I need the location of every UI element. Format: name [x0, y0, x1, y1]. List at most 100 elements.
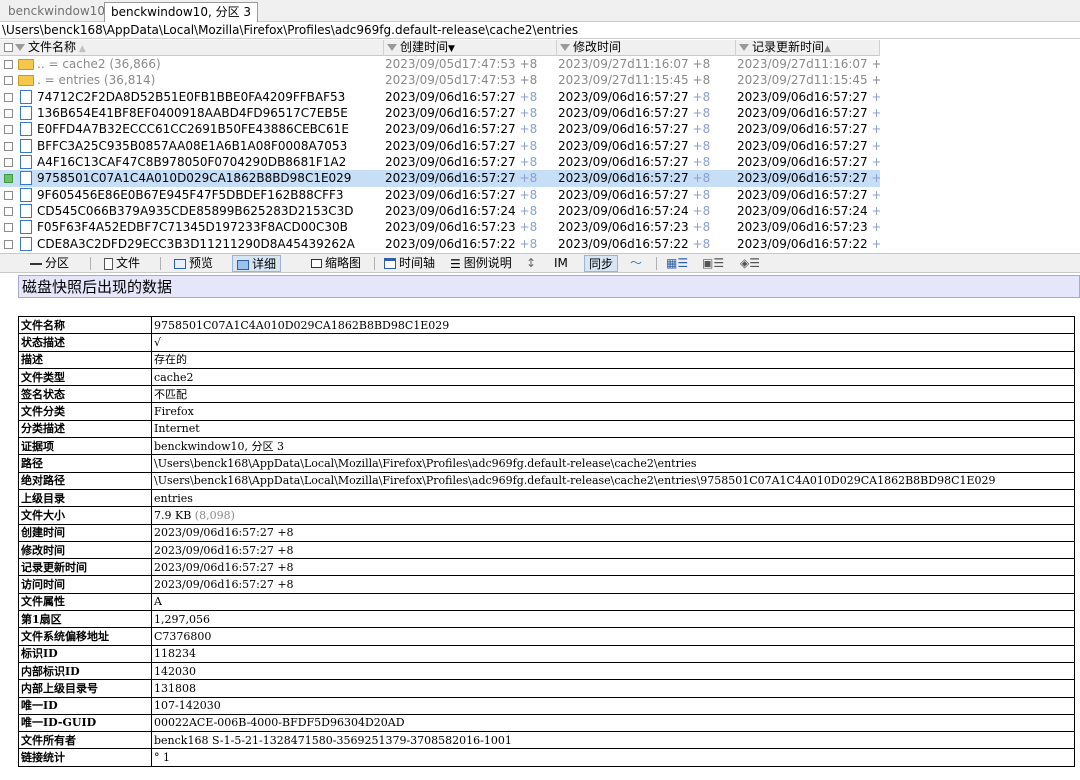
created-time-value: 2023/09/06d16:57:27 — [385, 155, 516, 170]
details-button[interactable]: 详细 — [232, 255, 282, 272]
sync-button[interactable]: 同步 — [584, 255, 619, 272]
property-row: 签名状态 不匹配 — [18, 385, 1075, 404]
legend-button[interactable]: ☰ 图例说明 — [446, 255, 516, 272]
property-label: 文件系统偏移地址 — [18, 627, 152, 646]
find-icon[interactable]: ▦☰ — [662, 255, 692, 272]
timezone-offset: +8 — [519, 73, 538, 88]
created-time-value: 2023/09/06d16:57:27 — [385, 171, 516, 186]
row-checkbox[interactable] — [4, 174, 13, 184]
property-label: 文件大小 — [18, 506, 152, 525]
record-updated-time: 2023/09/06d16:57:22 +8 — [737, 236, 880, 252]
property-label: 上级目录 — [18, 488, 152, 508]
property-value: 2023/09/06d16:57:27 +8 — [151, 523, 1075, 542]
thumbnail-button[interactable]: 缩略图 — [307, 255, 365, 272]
row-checkbox[interactable] — [4, 207, 13, 217]
file-icon — [20, 89, 32, 104]
file-row[interactable]: 136B654E41BF8EF0400918AABD4FD96517C7EB5E… — [0, 105, 880, 121]
file-icon — [20, 106, 32, 121]
file-row[interactable]: CDE8A3C2DFD29ECC3B3D11211290D8A45439262A… — [0, 236, 880, 252]
file-name: CD545C066B379A935CDE85899B625283D2153C3D — [37, 203, 383, 219]
property-label: 唯一ID — [18, 696, 152, 715]
row-checkbox[interactable] — [4, 141, 13, 151]
file-row[interactable]: BFFC3A25C935B0857AA08E1A6B1A08F0008A7053… — [0, 138, 880, 154]
property-label: 文件所有者 — [18, 731, 152, 750]
folder-row[interactable]: . = entries (36,814) 2023/09/05d17:47:53 … — [0, 72, 880, 88]
record-updated-time-value: 2023/09/06d16:57:27 — [737, 106, 868, 121]
partition-button[interactable]: 分区 — [26, 255, 73, 272]
im-button[interactable]: IM — [550, 255, 572, 272]
property-value-text: Internet — [154, 422, 200, 436]
row-checkbox[interactable] — [4, 239, 13, 249]
row-checkbox[interactable] — [4, 60, 13, 69]
timeline-button[interactable]: 时间轴 — [380, 255, 439, 272]
file-name-text: . = entries — [37, 73, 101, 88]
row-checkbox[interactable] — [4, 92, 13, 102]
property-row: 文件大小 7.9 KB (8,098) — [18, 506, 1075, 525]
folder-row[interactable]: .. = cache2 (36,866) 2023/09/05d17:47:53 … — [0, 56, 880, 72]
property-row: 修改时间 2023/09/06d16:57:27 +8 — [18, 540, 1075, 560]
file-name-text: BFFC3A25C935B0857AA08E1A6B1A08F0008A7053 — [37, 138, 348, 153]
created-time-value: 2023/09/06d16:57:27 — [385, 89, 516, 104]
file-row[interactable]: 74712C2F2DA8D52B51E0FB1BBE0FA4209FFBAF53… — [0, 89, 880, 105]
property-value: 存在的 — [151, 350, 1075, 369]
sort-toggle-icon[interactable]: ↕ — [522, 255, 540, 272]
thumbnail-label: 缩略图 — [325, 256, 362, 270]
file-row[interactable]: A4F16C13CAF47C8B978050F0704290DB8681F1A2… — [0, 154, 880, 170]
file-row[interactable]: 9758501C07A1C4A010D029CA1862B8BD98C1E029… — [0, 170, 880, 187]
file-name: A4F16C13CAF47C8B978050F0704290DB8681F1A2 — [37, 154, 383, 170]
property-value: entries — [151, 488, 1075, 508]
property-row: 上级目录 entries — [18, 488, 1075, 508]
timezone-offset: +8 — [871, 73, 880, 88]
row-checkbox[interactable] — [4, 190, 13, 200]
property-label: 绝对路径 — [18, 471, 152, 490]
tab-partition[interactable]: benckwindow10, 分区 3 — [104, 2, 259, 23]
property-value: 131808 — [151, 679, 1075, 698]
row-checkbox[interactable] — [4, 158, 13, 168]
wave-icon[interactable]: 〜 — [626, 255, 646, 272]
layout-icon[interactable]: ▣☰ — [698, 255, 728, 272]
column-modified[interactable]: 修改时间 — [558, 40, 736, 56]
modified-time: 2023/09/06d16:57:27 +8 — [558, 170, 736, 186]
column-name-label: 文件名称 — [28, 40, 77, 54]
property-label: 文件类型 — [18, 367, 152, 387]
tab-evidence[interactable]: benckwindow10 — [2, 2, 111, 22]
row-checkbox[interactable] — [4, 109, 13, 119]
column-created[interactable]: 创建时间▼ — [385, 40, 557, 56]
compass-icon[interactable]: ◈☰ — [736, 255, 764, 272]
property-label: 创建时间 — [18, 523, 152, 542]
path-bar: \Users\benck168\AppData\Local\Mozilla\Fi… — [0, 22, 1080, 39]
file-name: 9F605456E86E0B67E945F47F5DBDEF162B88CFF3 — [37, 187, 383, 203]
file-list-header: 文件名称 ▲ 创建时间▼ 修改时间 记录更新时间▲ — [0, 40, 880, 56]
filter-icon[interactable] — [15, 44, 25, 51]
preview-button[interactable]: 预览 — [170, 255, 217, 272]
column-name[interactable]: 文件名称 ▲ — [0, 40, 384, 56]
folder-icon — [18, 59, 34, 70]
filter-icon[interactable] — [387, 44, 397, 51]
calendar-icon — [384, 258, 396, 269]
created-time: 2023/09/06d16:57:24 +8 — [385, 203, 557, 219]
timezone-offset: +8 — [692, 155, 711, 170]
legend-label: 图例说明 — [463, 256, 512, 270]
modified-time-value: 2023/09/06d16:57:27 — [558, 106, 689, 121]
modified-time-value: 2023/09/06d16:57:24 — [558, 204, 689, 219]
header-checkbox[interactable] — [4, 43, 13, 52]
timezone-offset: +8 — [692, 57, 711, 71]
file-button[interactable]: 文件 — [100, 255, 144, 272]
timezone-offset: +8 — [692, 220, 711, 235]
row-checkbox[interactable] — [4, 76, 13, 86]
filter-icon[interactable] — [560, 44, 570, 51]
file-icon — [20, 122, 32, 137]
filter-icon[interactable] — [739, 44, 749, 51]
row-checkbox[interactable] — [4, 125, 13, 135]
property-value: \Users\benck168\AppData\Local\Mozilla\Fi… — [151, 454, 1075, 473]
property-value-text: \Users\benck168\AppData\Local\Mozilla\Fi… — [154, 474, 996, 488]
column-record-updated[interactable]: 记录更新时间▲ — [737, 40, 880, 56]
file-row[interactable]: CD545C066B379A935CDE85899B625283D2153C3D… — [0, 203, 880, 219]
file-row[interactable]: 9F605456E86E0B67E945F47F5DBDEF162B88CFF3… — [0, 187, 880, 203]
record-updated-time: 2023/09/06d16:57:27 +8 — [737, 187, 880, 203]
row-checkbox[interactable] — [4, 223, 13, 233]
property-value-text: \Users\benck168\AppData\Local\Mozilla\Fi… — [154, 457, 697, 471]
file-row[interactable]: F05F63F4A52EDBF7C71345D197233F8ACD00C30B… — [0, 219, 880, 235]
file-row[interactable]: E0FFD4A7B32ECCC61CC2691B50FE43886CEBC61E… — [0, 121, 880, 137]
file-name-text: .. = cache2 — [37, 57, 106, 71]
